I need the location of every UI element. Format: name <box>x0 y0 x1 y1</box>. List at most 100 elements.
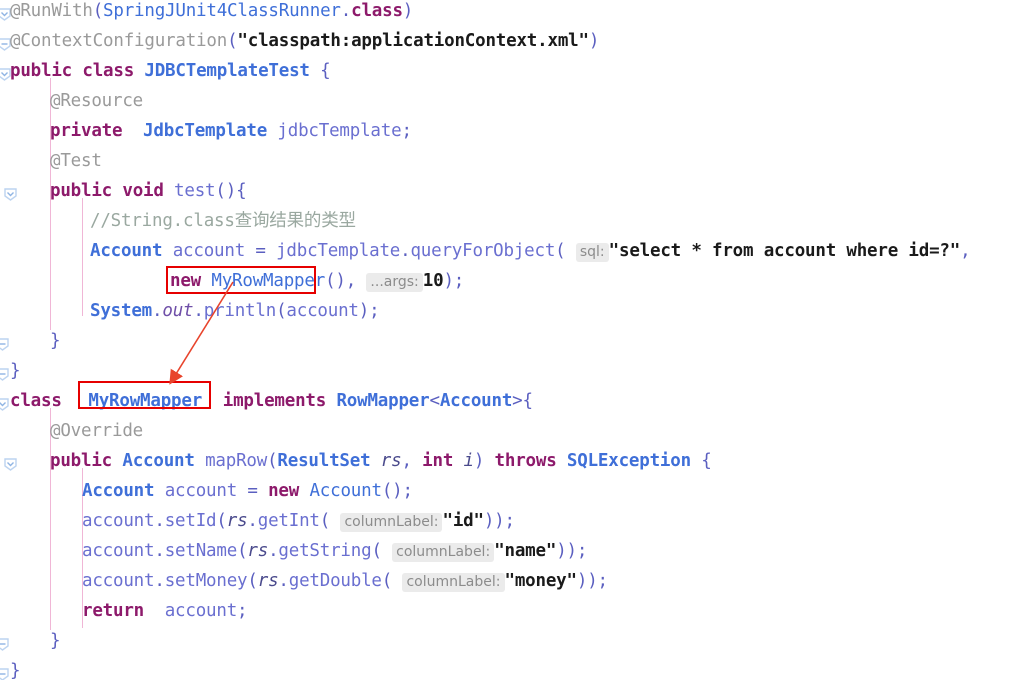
method-println: println <box>203 301 277 321</box>
dot: . <box>400 241 411 261</box>
semicolon: ; <box>237 601 248 621</box>
code-line-1[interactable]: @RunWith(SpringJUnit4ClassRunner.class) <box>10 0 413 26</box>
identifier-jdbctemplate: jdbcTemplate <box>276 241 401 261</box>
type-account: Account <box>122 451 195 471</box>
code-line-17[interactable]: Account account = new Account(); <box>82 476 413 506</box>
keyword-public: public <box>50 451 113 471</box>
paren: ) <box>473 451 485 471</box>
code-line-11[interactable]: System.out.println(account); <box>90 296 380 326</box>
type-account-ctor: Account <box>309 481 382 501</box>
semicolon: ; <box>402 481 413 501</box>
code-line-19[interactable]: account.setName(rs.getString( columnLabe… <box>82 536 587 566</box>
identifier-account: account <box>164 481 238 501</box>
field-out: out <box>162 301 194 321</box>
paren: ( <box>237 541 248 561</box>
paren: ( <box>381 571 393 591</box>
method-getstring: getString <box>278 541 372 561</box>
annotation-contextconfiguration: @ContextConfiguration <box>10 31 228 51</box>
keyword-private: private <box>50 121 123 141</box>
param-rs: rs <box>247 541 269 561</box>
type-myrowmapper-decl: MyRowMapper <box>88 391 203 411</box>
keyword-throws: throws <box>494 451 557 471</box>
type-jdbctemplatetest: JDBCTemplateTest <box>144 61 310 81</box>
param-rs: rs <box>226 511 248 531</box>
type-myrowmapper: MyRowMapper <box>211 271 326 291</box>
brace-close: } <box>10 361 21 381</box>
dot: . <box>154 541 165 561</box>
paren: ) <box>443 271 454 291</box>
type-account: Account <box>82 481 155 501</box>
method-setname: setName <box>164 541 238 561</box>
paren: ( <box>267 451 278 471</box>
paren: ( <box>276 301 287 321</box>
parens: () <box>381 481 403 501</box>
param-rs: rs <box>380 451 402 471</box>
keyword-int: int <box>422 451 454 471</box>
method-setmoney: setMoney <box>164 571 248 591</box>
parens-close: )) <box>556 541 577 561</box>
code-line-3[interactable]: public class JDBCTemplateTest { <box>10 56 331 86</box>
string-money: "money" <box>504 571 578 591</box>
keyword-class: class <box>82 61 135 81</box>
brace-open: { <box>236 181 247 201</box>
code-content[interactable]: @RunWith(SpringJUnit4ClassRunner.class) … <box>0 0 1030 680</box>
code-line-18[interactable]: account.setId(rs.getInt( columnLabel: "id… <box>82 506 515 536</box>
inlay-hint-sql: sql: <box>575 243 609 262</box>
code-line-14[interactable]: class MyRowMapper implements RowMapper<A… <box>10 386 533 416</box>
semicolon: ; <box>401 121 412 141</box>
brace-close: } <box>50 331 61 351</box>
code-line-15[interactable]: @Override <box>50 416 143 446</box>
method-setid: setId <box>164 511 217 531</box>
angle-open: < <box>429 391 440 411</box>
annotation-resource: @Resource <box>50 91 144 111</box>
angle-close: > <box>512 391 523 411</box>
code-line-5[interactable]: private JdbcTemplate jdbcTemplate; <box>50 116 412 146</box>
annotation-runwith: @RunWith <box>10 1 93 21</box>
type-jdbctemplate: JdbcTemplate <box>143 121 268 141</box>
semicolon: ; <box>597 571 609 591</box>
code-line-21[interactable]: return account; <box>82 596 248 626</box>
paren: ( <box>227 31 238 51</box>
keyword-class: class <box>351 1 403 21</box>
code-line-10[interactable]: new MyRowMapper(), ...args: 10); <box>170 266 464 296</box>
code-line-22[interactable]: } <box>50 626 61 656</box>
method-maprow: mapRow <box>205 451 268 471</box>
code-line-6[interactable]: @Test <box>50 146 102 176</box>
string-name: "name" <box>494 541 557 561</box>
type-springjunit4classrunner: SpringJUnit4ClassRunner <box>103 1 341 21</box>
inlay-hint-columnlabel: columnLabel: <box>340 513 443 532</box>
paren: ( <box>216 511 227 531</box>
comma: , <box>960 241 971 261</box>
dot: . <box>278 571 289 591</box>
keyword-implements: implements <box>222 391 327 411</box>
code-line-9[interactable]: Account account = jdbcTemplate.queryForO… <box>90 236 971 266</box>
annotation-override: @Override <box>50 421 144 441</box>
comma: , <box>345 271 357 291</box>
code-line-4[interactable]: @Resource <box>50 86 143 116</box>
code-line-8[interactable]: //String.class查询结果的类型 <box>90 206 356 236</box>
identifier-jdbctemplate: jdbcTemplate <box>277 121 402 141</box>
code-line-23[interactable]: } <box>10 656 21 680</box>
inlay-hint-args: ...args: <box>366 273 423 292</box>
paren: ) <box>358 301 370 321</box>
code-line-7[interactable]: public void test(){ <box>50 176 247 206</box>
dot: . <box>152 301 163 321</box>
code-line-20[interactable]: account.setMoney(rs.getDouble( columnLab… <box>82 566 608 596</box>
parens-close: )) <box>576 571 598 591</box>
inlay-hint-columnlabel: columnLabel: <box>392 543 495 562</box>
semicolon: ; <box>576 541 588 561</box>
paren: ( <box>247 571 258 591</box>
code-line-12[interactable]: } <box>50 326 61 356</box>
string-classpath: "classpath:applicationContext.xml" <box>237 31 589 51</box>
type-sqlexception: SQLException <box>566 451 691 471</box>
method-getint: getInt <box>257 511 320 531</box>
type-rowmapper: RowMapper <box>336 391 430 411</box>
identifier-account: account <box>172 241 246 261</box>
code-line-16[interactable]: public Account mapRow(ResultSet rs, int … <box>50 446 712 476</box>
keyword-new: new <box>170 271 202 291</box>
code-line-2[interactable]: @ContextConfiguration("classpath:applica… <box>10 26 599 56</box>
code-line-13[interactable]: } <box>10 356 21 386</box>
paren: ( <box>92 1 104 21</box>
brace-close: } <box>50 631 61 651</box>
type-account: Account <box>439 391 513 411</box>
